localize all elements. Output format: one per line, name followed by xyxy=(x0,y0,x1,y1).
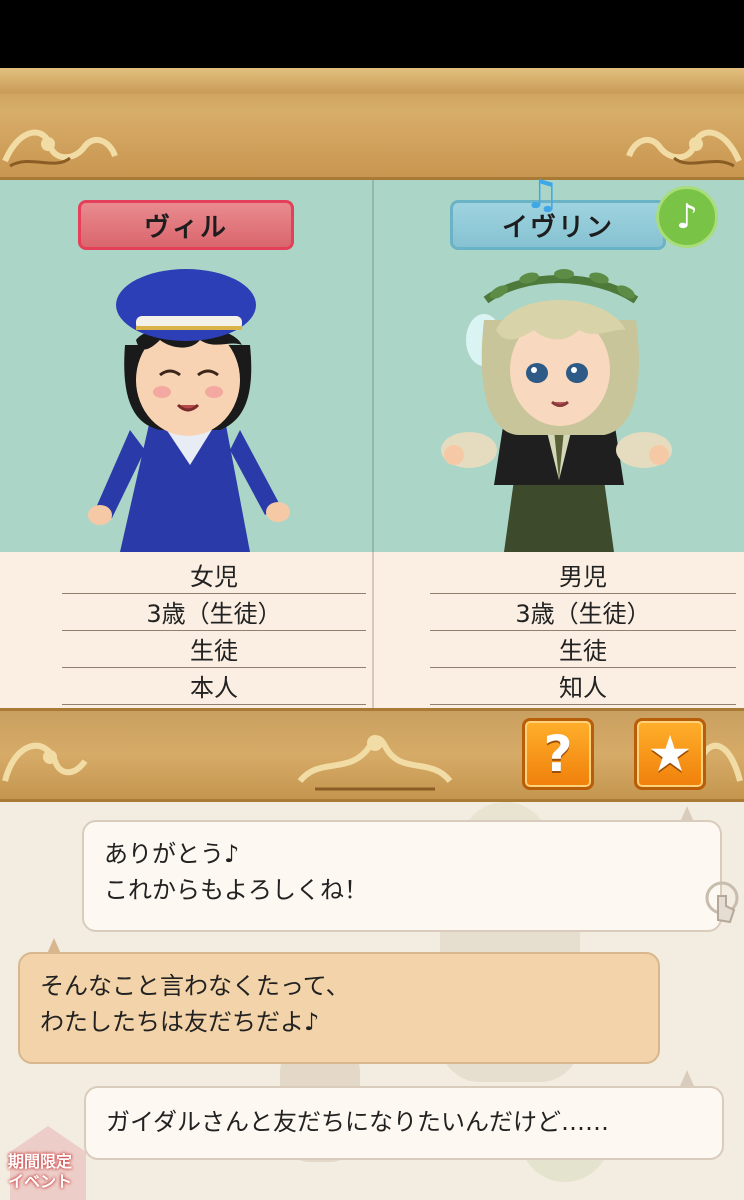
help-button[interactable]: ? xyxy=(522,718,594,790)
info-relation-left: 本人 xyxy=(62,667,366,705)
chat-message-2-line-1: そんなこと言わなくたって、 xyxy=(40,972,350,1000)
info-gender-left: 女児 xyxy=(62,556,366,594)
info-column-right: 男児 3歳（生徒） 生徒 知人 xyxy=(372,552,744,708)
chat-message-2: そんなこと言わなくたって、 わたしたちは友だちだよ♪ xyxy=(18,952,660,1064)
status-bar xyxy=(0,0,744,68)
ornament-mid-left-icon xyxy=(2,742,88,782)
music-note-icon: ♫ xyxy=(524,172,560,218)
chat-message-2-line-2: わたしたちは友だちだよ♪ xyxy=(40,1008,320,1036)
ornament-right-icon xyxy=(626,116,744,176)
info-gender-right: 男児 xyxy=(430,556,736,594)
chat-message-3: ガイダルさんと友だちになりたいんだけど…… xyxy=(84,1086,724,1160)
character-name-tag-left: ヴィル xyxy=(78,200,294,250)
info-age-left: 3歳（生徒） xyxy=(62,593,366,631)
limited-event-badge[interactable]: 期間限定 イベント xyxy=(0,1122,96,1200)
middle-banner xyxy=(0,708,744,802)
info-role-right: 生徒 xyxy=(430,630,736,668)
info-age-right: 3歳（生徒） xyxy=(430,593,736,631)
event-badge-line-1: 期間限定 xyxy=(8,1152,73,1171)
chat-message-1-line-2: これからもよろしくね！ xyxy=(104,876,368,904)
tap-hand-icon[interactable] xyxy=(700,880,744,930)
favorite-star-button[interactable]: ★ xyxy=(634,718,706,790)
chat-message-1-line-1: ありがとう♪ xyxy=(104,840,240,868)
event-badge-line-2: イベント xyxy=(8,1172,73,1191)
chat-message-3-line-1: ガイダルさんと友だちになりたいんだけど…… xyxy=(106,1108,610,1136)
top-banner xyxy=(0,68,744,180)
music-button[interactable]: ♪ xyxy=(656,186,718,248)
ornament-left-icon xyxy=(0,116,120,176)
info-relation-right: 知人 xyxy=(430,667,736,705)
info-role-left: 生徒 xyxy=(62,630,366,668)
chat-message-1: ありがとう♪ これからもよろしくね！ xyxy=(82,820,722,932)
ornament-mid-center-icon xyxy=(297,735,453,791)
